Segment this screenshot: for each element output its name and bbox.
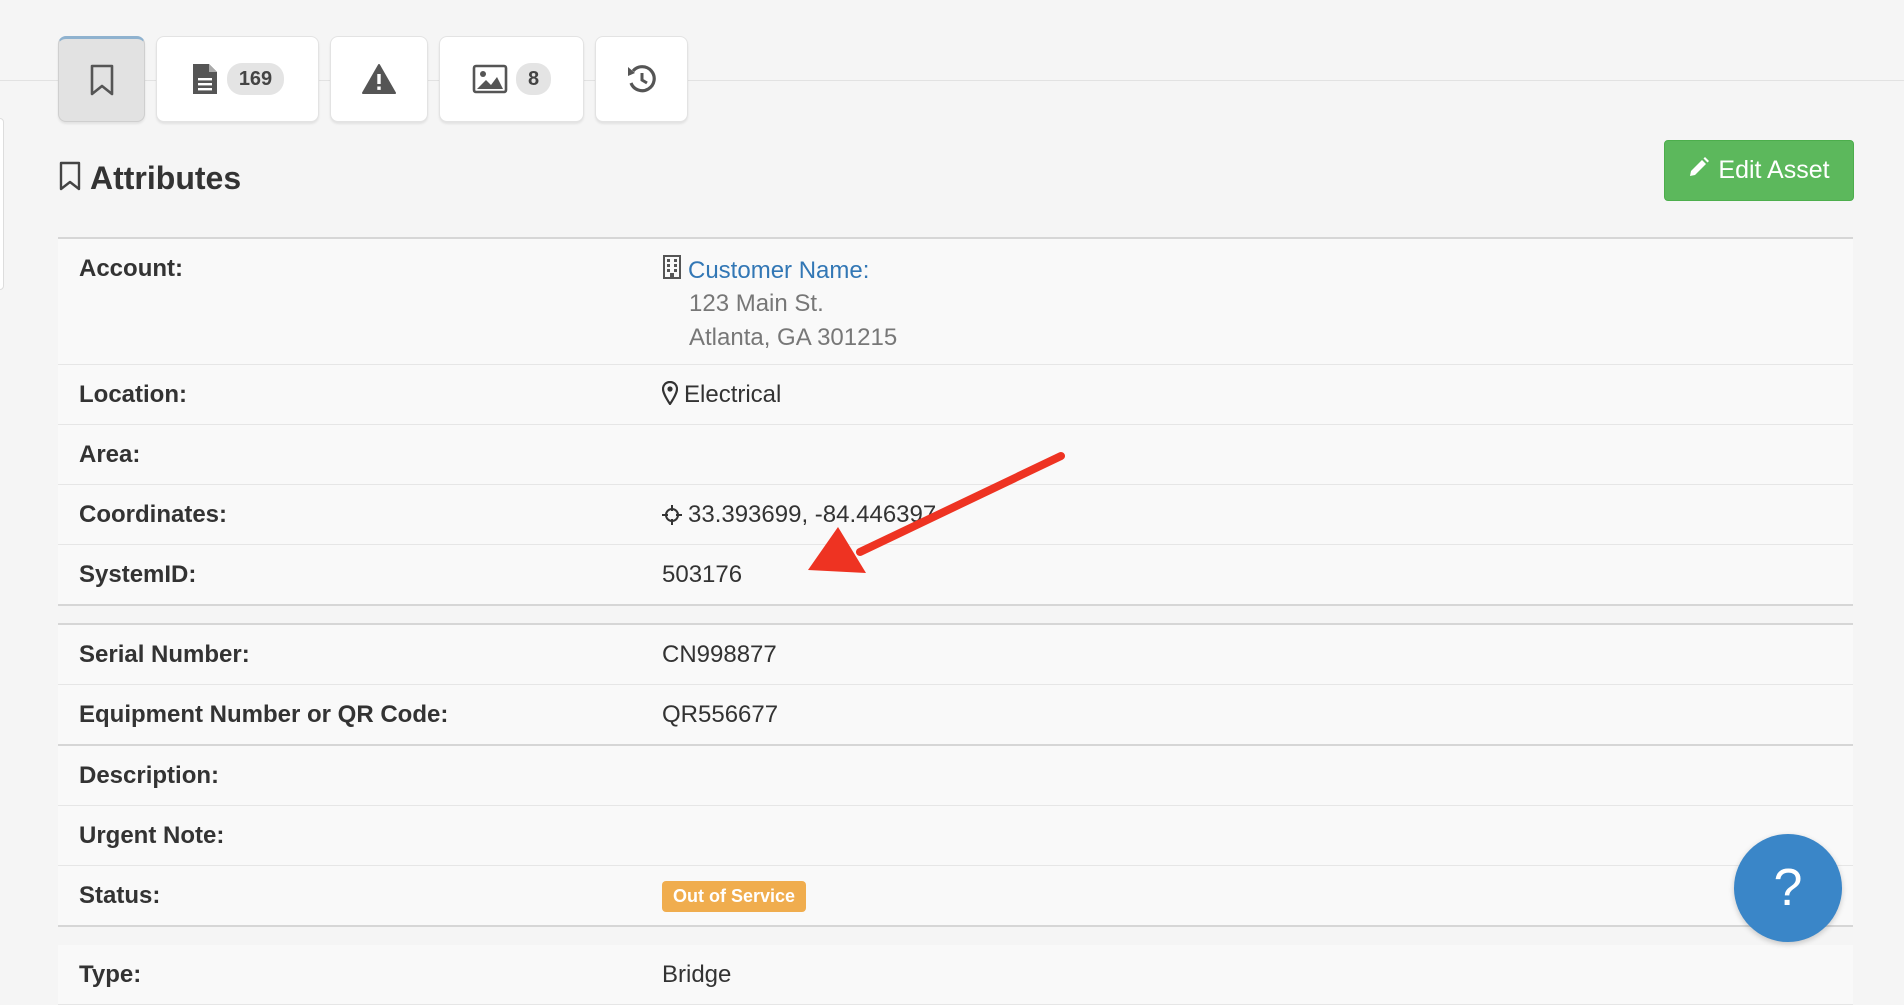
- description-label: Description:: [79, 762, 220, 789]
- table-row: Status: Out of Service: [58, 866, 1853, 927]
- table-row: Description:: [58, 745, 1853, 806]
- attributes-table-secondary: Serial Number: CN998877 Equipment Number…: [58, 623, 1853, 927]
- account-value: Customer Name: 123 Main St. Atlanta, GA …: [662, 238, 1853, 364]
- serial-number-value: CN998877: [662, 641, 777, 668]
- table-row: Location: Electrical: [58, 364, 1853, 424]
- location-label: Location:: [79, 380, 187, 408]
- urgent-note-value: [662, 806, 1853, 866]
- table-row: Area:: [58, 424, 1853, 484]
- status-label: Status:: [79, 882, 161, 909]
- map-marker-icon: [661, 380, 679, 406]
- account-address-line1: 123 Main St.: [689, 290, 824, 317]
- history-icon: [625, 63, 659, 95]
- area-label: Area:: [79, 440, 141, 468]
- table-row: SystemID: 503176: [58, 544, 1853, 605]
- description-value: [662, 745, 1853, 806]
- coordinates-label: Coordinates:: [79, 500, 228, 528]
- images-count: 8: [515, 63, 552, 95]
- coordinates-value: 33.393699, -84.446397: [662, 484, 1853, 544]
- edit-asset-button[interactable]: Edit Asset: [1664, 140, 1854, 201]
- account-address-line2: Atlanta, GA 301215: [689, 324, 898, 351]
- account-label: Account:: [79, 255, 183, 282]
- location-text: Electrical: [684, 380, 782, 408]
- type-value: Bridge: [662, 961, 732, 988]
- bookmark-icon: [89, 64, 115, 96]
- section-heading: Attributes: [58, 160, 241, 197]
- system-id-value: 503176: [662, 560, 743, 588]
- tab-alerts[interactable]: [330, 36, 428, 122]
- location-value: Electrical: [661, 364, 1853, 424]
- coordinates-text: 33.393699, -84.446397: [688, 500, 937, 528]
- warning-icon: [361, 63, 397, 95]
- status-badge: Out of Service: [662, 880, 807, 913]
- table-row: Account: Customer Name: 123 Main St. Atl…: [58, 238, 1853, 364]
- urgent-note-label: Urgent Note:: [79, 822, 225, 849]
- equipment-number-label: Equipment Number or QR Code:: [79, 701, 449, 728]
- tab-documents[interactable]: 169: [156, 36, 319, 122]
- asset-tabs: 169 8: [58, 36, 699, 122]
- table-row: Coordinates: 33.393699, -84.446397: [58, 484, 1853, 544]
- tab-attributes[interactable]: [58, 36, 145, 122]
- help-button[interactable]: ?: [1734, 834, 1842, 942]
- tab-images[interactable]: 8: [439, 36, 584, 122]
- table-row: Serial Number: CN998877: [58, 624, 1853, 685]
- side-panel-edge: [0, 118, 4, 290]
- serial-number-label: Serial Number:: [79, 641, 250, 668]
- status-value: Out of Service: [662, 866, 1853, 927]
- attributes-table-tertiary: Type: Bridge: [58, 945, 1853, 1005]
- edit-asset-label: Edit Asset: [1718, 156, 1830, 184]
- building-icon: [662, 255, 688, 287]
- equipment-number-value: QR556677: [662, 701, 779, 728]
- account-name-link[interactable]: Customer Name:: [688, 256, 869, 286]
- image-icon: [472, 64, 508, 94]
- crosshairs-icon: [662, 504, 682, 525]
- document-icon: [191, 62, 219, 96]
- documents-count: 169: [226, 63, 285, 95]
- attributes-table-primary: Account: Customer Name: 123 Main St. Atl…: [58, 237, 1853, 606]
- pencil-icon: [1688, 156, 1718, 185]
- system-id-label: SystemID:: [79, 560, 197, 588]
- bookmark-icon: [58, 161, 82, 196]
- area-value: [662, 424, 1853, 484]
- type-label: Type:: [79, 961, 142, 988]
- table-row: Equipment Number or QR Code: QR556677: [58, 685, 1853, 745]
- table-row: Type: Bridge: [58, 945, 1853, 1005]
- section-title: Attributes: [90, 160, 242, 196]
- tab-history[interactable]: [595, 36, 688, 122]
- table-row: Urgent Note:: [58, 806, 1853, 866]
